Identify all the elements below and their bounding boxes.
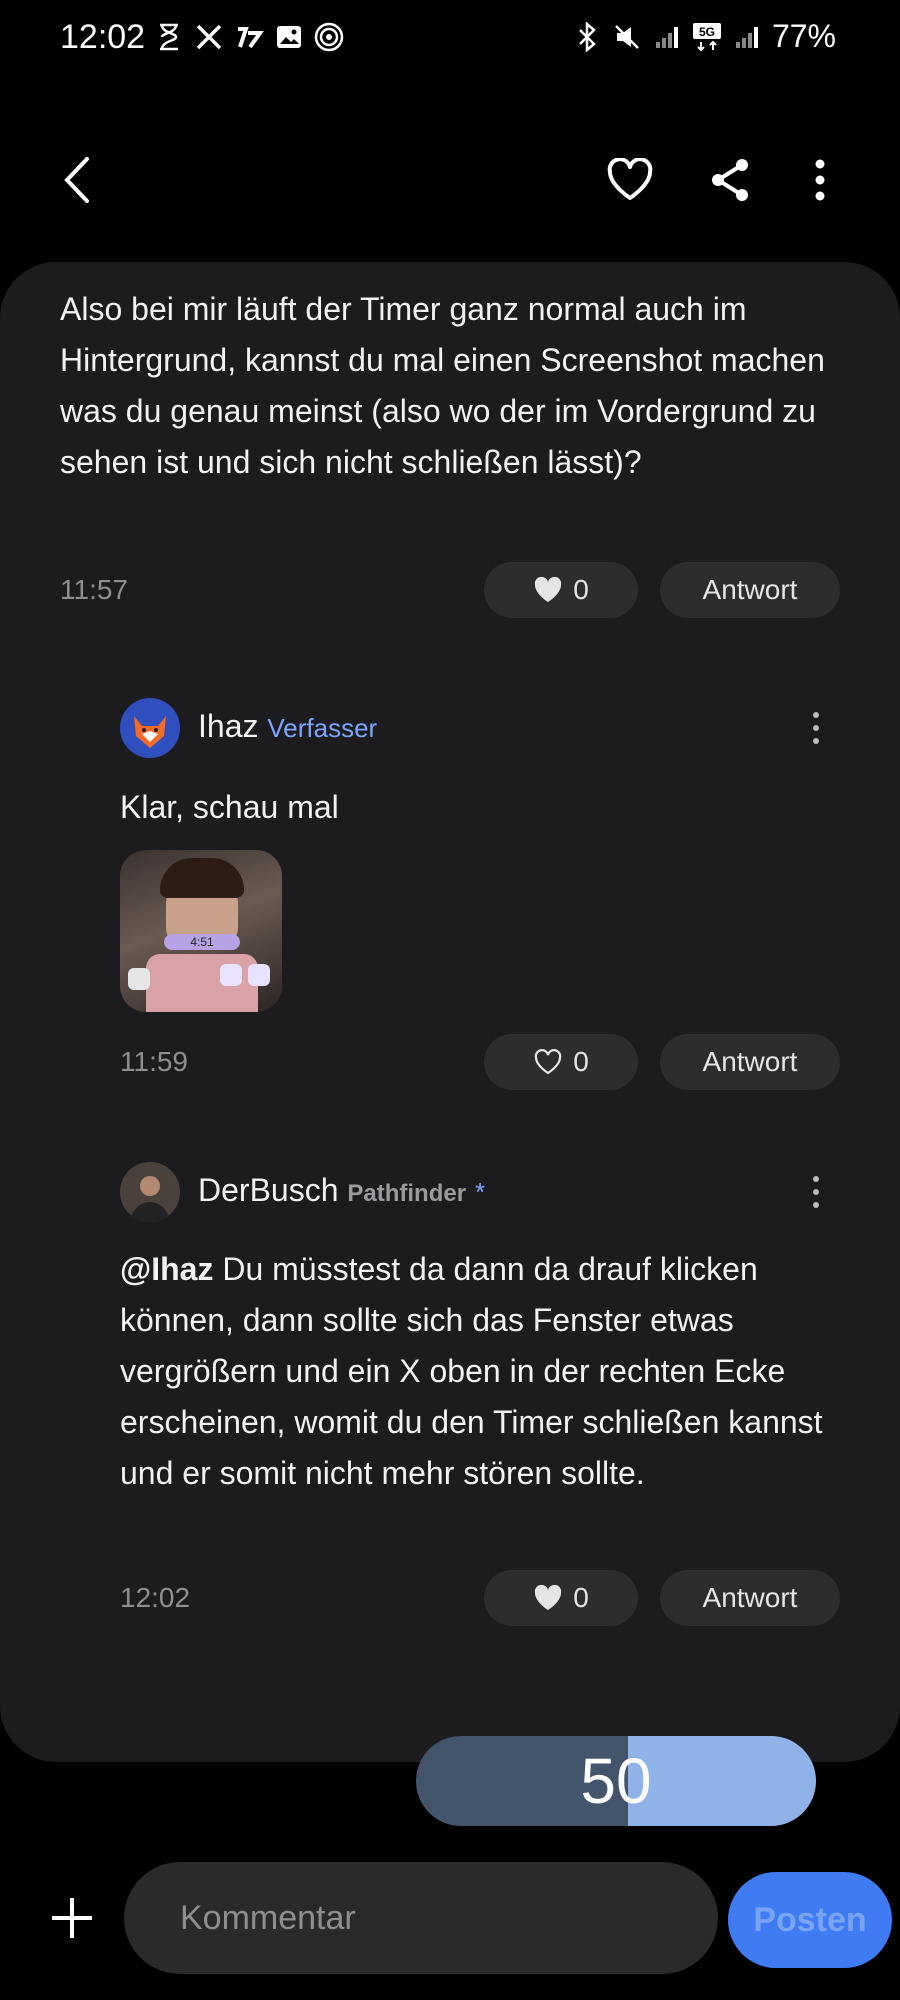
like-button[interactable]: 0	[484, 1570, 638, 1626]
top-bar	[0, 140, 900, 220]
comment-time: 12:02	[120, 1582, 191, 1613]
back-icon	[64, 157, 89, 203]
heart-filled-icon	[535, 576, 562, 602]
more-options-button[interactable]	[790, 150, 850, 210]
like-count: 0	[573, 574, 589, 605]
author-name[interactable]: Ihaz	[198, 708, 258, 744]
comment-placeholder: Kommentar	[180, 1898, 356, 1937]
avatar[interactable]	[120, 1162, 180, 1222]
value-slider[interactable]: 50	[416, 1736, 816, 1826]
fox-avatar-icon	[134, 716, 166, 748]
like-button[interactable]: 0	[484, 562, 638, 618]
reply-button[interactable]: Antwort	[660, 1034, 840, 1090]
like-button[interactable]: 0	[484, 1034, 638, 1090]
slider-value: 50	[580, 1745, 652, 1817]
5g-icon: 5G	[692, 22, 722, 52]
comments-card: Also bei mir läuft der Timer ganz normal…	[0, 262, 900, 1762]
heart-filled-icon	[535, 1584, 562, 1610]
battery-percent: 77%	[771, 18, 836, 54]
favorite-button[interactable]	[600, 150, 660, 210]
mention[interactable]: @Ihaz	[120, 1251, 213, 1287]
status-time: 12:02	[60, 18, 146, 56]
like-count: 0	[573, 1046, 589, 1077]
signal-icon	[652, 22, 682, 52]
bluetooth-icon	[572, 21, 602, 52]
mute-icon	[612, 22, 642, 52]
add-attachment-button[interactable]	[42, 1888, 102, 1948]
more-icon	[815, 159, 825, 201]
news-icon	[234, 22, 264, 52]
comment-text: Klar, schau mal	[120, 789, 339, 825]
status-bar: 12:02 5G 77%	[0, 0, 900, 76]
comment-time: 11:59	[120, 1046, 188, 1077]
author-badge: Verfasser	[267, 713, 378, 743]
svg-text:5G: 5G	[699, 25, 715, 39]
reply-button[interactable]: Antwort	[660, 1570, 840, 1626]
heart-outline-icon	[535, 1049, 562, 1075]
heart-icon	[607, 158, 653, 200]
user-photo-avatar-icon	[120, 1162, 180, 1222]
comment-text: Du müsstest da dann da drauf klicken kön…	[120, 1251, 823, 1491]
signal-icon	[732, 22, 762, 52]
share-button[interactable]	[700, 150, 760, 210]
plus-icon	[52, 1898, 92, 1938]
comment-text: Also bei mir läuft der Timer ganz normal…	[60, 291, 825, 480]
rank-mark: *	[474, 1177, 486, 1207]
comment-menu-button[interactable]	[796, 703, 836, 753]
hourglass-icon	[154, 22, 184, 52]
rank-badge: Pathfinder	[347, 1180, 467, 1207]
share-icon	[712, 159, 748, 201]
back-button[interactable]	[46, 150, 106, 210]
image-icon	[274, 22, 304, 52]
comment-menu-button[interactable]	[796, 1167, 836, 1217]
comment-input[interactable]: Kommentar	[124, 1862, 718, 1974]
reply-button[interactable]: Antwort	[660, 562, 840, 618]
post-button[interactable]: Posten	[728, 1872, 892, 1968]
like-count: 0	[573, 1582, 589, 1613]
author-name[interactable]: DerBusch	[198, 1172, 339, 1208]
screenshot-thumbnail[interactable]: 4:51	[120, 850, 282, 1012]
x-app-icon	[194, 22, 224, 52]
hotspot-icon	[314, 22, 344, 52]
comment-time: 11:57	[60, 574, 128, 605]
thumbnail-clock: 4:51	[164, 934, 240, 950]
avatar[interactable]	[120, 698, 180, 758]
